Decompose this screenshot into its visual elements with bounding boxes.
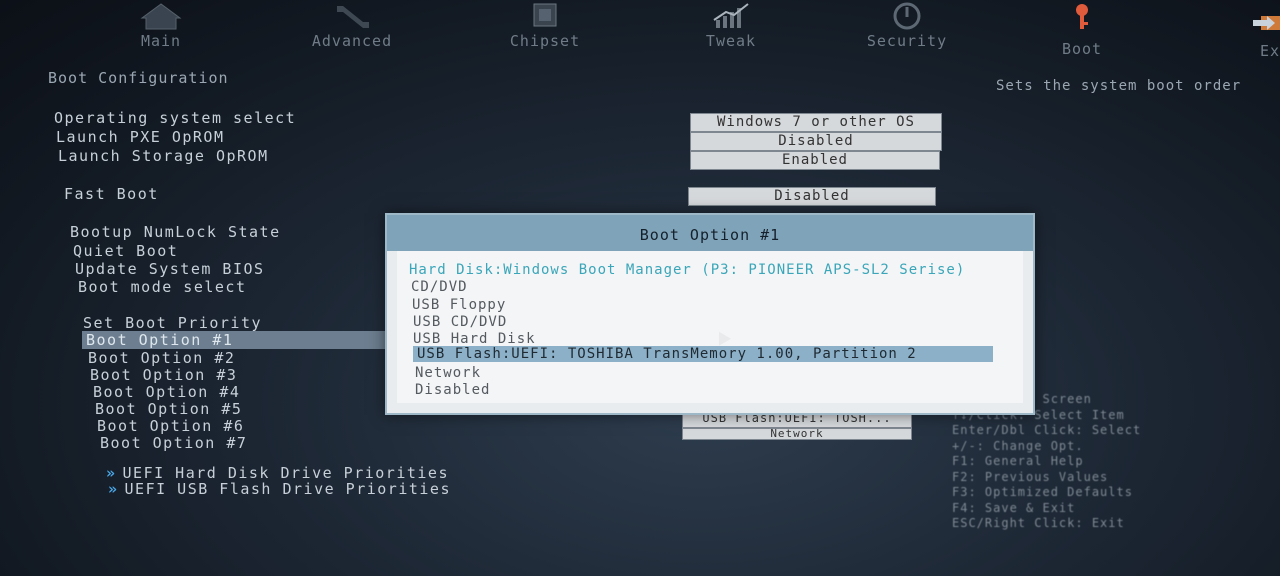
update-bios-item[interactable]: Update System BIOS: [75, 260, 265, 278]
tab-label: Exit: [1259, 42, 1280, 60]
boot-priority-heading: Set Boot Priority: [83, 314, 263, 332]
numlock-item[interactable]: Bootup NumLock State: [70, 223, 281, 241]
tab-main[interactable]: Main: [96, 0, 226, 60]
boot-option-popup: Boot Option #1 Hard Disk:Windows Boot Ma…: [385, 213, 1035, 415]
key-help-line: Enter/Dbl Click: Select: [952, 423, 1142, 437]
chevron-right-icon: »: [108, 480, 119, 498]
chart-icon: [713, 3, 749, 28]
popup-option[interactable]: CD/DVD: [411, 279, 468, 295]
tab-chipset[interactable]: Chipset: [480, 0, 610, 60]
boot-option-3[interactable]: Boot Option #3: [90, 366, 237, 384]
quiet-boot-item[interactable]: Quiet Boot: [73, 242, 178, 260]
chip-icon: [533, 3, 557, 27]
key-help-line: F4: Save & Exit: [952, 500, 1076, 515]
launch-storage-item[interactable]: Launch Storage OpROM: [58, 147, 269, 165]
popup-option[interactable]: USB CD/DVD: [413, 314, 507, 330]
boot-mode-item[interactable]: Boot mode select: [78, 278, 247, 296]
popup-option[interactable]: Disabled: [415, 382, 490, 398]
tab-advanced[interactable]: Advanced: [287, 0, 417, 60]
boot-option-1[interactable]: Boot Option #1: [82, 331, 390, 349]
tab-security[interactable]: Security: [842, 0, 972, 60]
tab-label: Main: [140, 32, 182, 50]
key-help-line: +/-: Change Opt.: [952, 438, 1084, 453]
key-help-line: ESC/Right Click: Exit: [952, 516, 1125, 530]
tab-boot[interactable]: Boot: [1017, 0, 1147, 60]
tab-tweak[interactable]: Tweak: [666, 0, 796, 60]
submenu-label: UEFI USB Flash Drive Priorities: [124, 480, 451, 498]
key-help-line: F3: Optimized Defaults: [952, 485, 1133, 499]
home-icon: [140, 3, 182, 30]
popup-option-list: Hard Disk:Windows Boot Manager (P3: PION…: [397, 251, 1023, 403]
tab-bar: Main Advanced Chipset Tweak Security Boo…: [0, 0, 1280, 60]
popup-option-selected[interactable]: USB Flash:UEFI: TOSHIBA TransMemory 1.00…: [413, 346, 993, 362]
launch-pxe-item[interactable]: Launch PXE OpROM: [56, 128, 225, 146]
key-help-line: F2: Previous Values: [952, 469, 1109, 484]
uefi-usb-priorities-link[interactable]: » UEFI USB Flash Drive Priorities: [108, 480, 451, 498]
popup-option[interactable]: Network: [415, 365, 481, 381]
tab-label: Tweak: [705, 32, 757, 50]
help-text: Sets the system boot order: [996, 78, 1242, 94]
key-help-line: F1: General Help: [952, 454, 1084, 468]
popup-option[interactable]: USB Floppy: [412, 297, 506, 313]
launch-pxe-value[interactable]: Disabled: [690, 132, 942, 151]
page-title: Boot Configuration: [48, 69, 229, 87]
fast-boot-item[interactable]: Fast Boot: [64, 185, 159, 203]
boot-option-7[interactable]: Boot Option #7: [100, 434, 247, 452]
popup-title: Boot Option #1: [387, 215, 1033, 251]
popup-option[interactable]: USB Hard Disk: [413, 331, 536, 347]
power-icon: [893, 2, 921, 30]
tab-label: Chipset: [509, 32, 581, 50]
boot-option-5[interactable]: Boot Option #5: [95, 400, 242, 418]
tab-exit[interactable]: Exit: [1195, 0, 1280, 60]
tab-label: Boot: [1061, 40, 1103, 58]
os-select-item[interactable]: Operating system select: [54, 109, 296, 127]
key-icon: [1076, 4, 1088, 29]
os-select-value[interactable]: Windows 7 or other OS: [690, 113, 942, 132]
fast-boot-value[interactable]: Disabled: [688, 187, 936, 206]
boot-option-2[interactable]: Boot Option #2: [88, 349, 235, 367]
tab-label: Security: [866, 32, 948, 50]
popup-option[interactable]: Hard Disk:Windows Boot Manager (P3: PION…: [409, 262, 965, 278]
boot-option-4[interactable]: Boot Option #4: [93, 383, 240, 401]
tab-label: Advanced: [311, 32, 393, 50]
wrench-icon: [337, 6, 369, 28]
exit-icon: [1253, 16, 1280, 30]
boot-option-6-value[interactable]: Network: [682, 428, 912, 440]
boot-option-6[interactable]: Boot Option #6: [97, 417, 244, 435]
launch-storage-value[interactable]: Enabled: [690, 151, 940, 170]
